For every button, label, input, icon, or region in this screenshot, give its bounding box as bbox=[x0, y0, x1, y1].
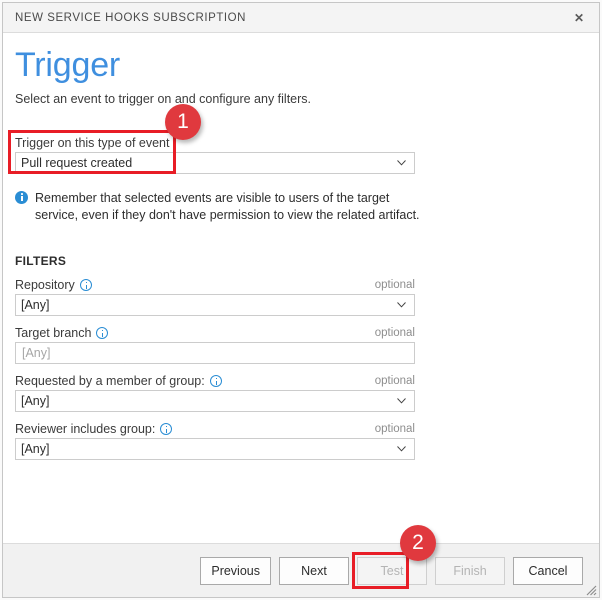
dialog-title: NEW SERVICE HOOKS SUBSCRIPTION bbox=[15, 11, 246, 24]
filter-label: Repository bbox=[15, 278, 75, 293]
annotation-badge-1: 1 bbox=[165, 104, 201, 140]
dialog-content: Trigger Select an event to trigger on an… bbox=[3, 33, 599, 543]
requested-by-group-value: [Any] bbox=[21, 394, 50, 409]
optional-tag: optional bbox=[374, 375, 415, 388]
reviewer-includes-group-value: [Any] bbox=[21, 442, 50, 457]
dialog-footer: Previous Next Test Finish Cancel bbox=[3, 543, 599, 597]
optional-tag: optional bbox=[374, 279, 415, 292]
filter-label-row: Repository optional bbox=[15, 278, 415, 292]
repository-value: [Any] bbox=[21, 298, 50, 313]
filter-label-row: Requested by a member of group: optional bbox=[15, 374, 415, 388]
finish-button: Finish bbox=[435, 556, 505, 585]
chevron-down-icon bbox=[397, 159, 406, 166]
filter-label-wrap: Repository bbox=[15, 278, 92, 292]
previous-button[interactable]: Previous bbox=[200, 556, 271, 585]
chevron-down-icon bbox=[397, 302, 406, 308]
filter-label-wrap: Target branch bbox=[15, 326, 109, 341]
requested-by-group-select[interactable]: [Any] bbox=[15, 390, 415, 413]
screenshot-root: NEW SERVICE HOOKS SUBSCRIPTION ✕ Trigger… bbox=[0, 0, 602, 600]
info-circle-icon[interactable] bbox=[209, 375, 222, 388]
filter-row: Reviewer includes group: optional [Any] bbox=[15, 422, 415, 461]
cancel-button[interactable]: Cancel bbox=[513, 556, 583, 585]
filter-row: Requested by a member of group: optional… bbox=[15, 374, 415, 413]
info-filled-icon bbox=[15, 190, 28, 204]
chevron-down-icon bbox=[397, 446, 406, 452]
new-subscription-dialog: NEW SERVICE HOOKS SUBSCRIPTION ✕ Trigger… bbox=[2, 2, 600, 598]
filter-label: Requested by a member of group: bbox=[15, 374, 205, 389]
trigger-event-label: Trigger on this type of event bbox=[15, 135, 170, 150]
filter-label: Reviewer includes group: bbox=[15, 422, 156, 437]
dialog-titlebar: NEW SERVICE HOOKS SUBSCRIPTION ✕ bbox=[3, 3, 599, 33]
filter-label: Target branch bbox=[15, 326, 92, 341]
info-circle-icon[interactable] bbox=[79, 279, 92, 292]
visibility-info-banner: Remember that selected events are visibl… bbox=[15, 190, 587, 225]
filter-label-wrap: Requested by a member of group: bbox=[15, 374, 222, 388]
trigger-event-value: Pull request created bbox=[21, 155, 133, 170]
annotation-badge-2: 2 bbox=[400, 525, 436, 561]
trigger-event-field: Trigger on this type of event Pull reque… bbox=[15, 136, 587, 174]
filter-row: Target branch optional [Any] bbox=[15, 326, 415, 365]
filter-label-wrap: Reviewer includes group: bbox=[15, 422, 173, 437]
resize-grip-icon[interactable] bbox=[583, 582, 597, 596]
chevron-down-icon bbox=[397, 398, 406, 404]
filters-heading: FILTERS bbox=[15, 254, 67, 269]
filter-label-row: Target branch optional bbox=[15, 326, 415, 340]
close-icon[interactable]: ✕ bbox=[559, 3, 599, 32]
info-circle-icon[interactable] bbox=[96, 327, 109, 340]
trigger-event-select[interactable]: Pull request created bbox=[15, 151, 415, 174]
filter-row: Repository optional [Any] bbox=[15, 278, 415, 317]
visibility-info-text: Remember that selected events are visibl… bbox=[35, 190, 420, 222]
optional-tag: optional bbox=[374, 327, 415, 340]
reviewer-includes-group-select[interactable]: [Any] bbox=[15, 438, 415, 461]
optional-tag: optional bbox=[374, 423, 415, 436]
info-circle-icon[interactable] bbox=[160, 423, 173, 436]
target-branch-input[interactable]: [Any] bbox=[15, 342, 415, 365]
target-branch-placeholder: [Any] bbox=[22, 346, 51, 361]
repository-select[interactable]: [Any] bbox=[15, 294, 415, 317]
filter-label-row: Reviewer includes group: optional bbox=[15, 422, 415, 436]
next-button[interactable]: Next bbox=[279, 556, 349, 585]
page-subtitle: Select an event to trigger on and config… bbox=[15, 91, 312, 106]
page-title: Trigger bbox=[15, 46, 121, 84]
